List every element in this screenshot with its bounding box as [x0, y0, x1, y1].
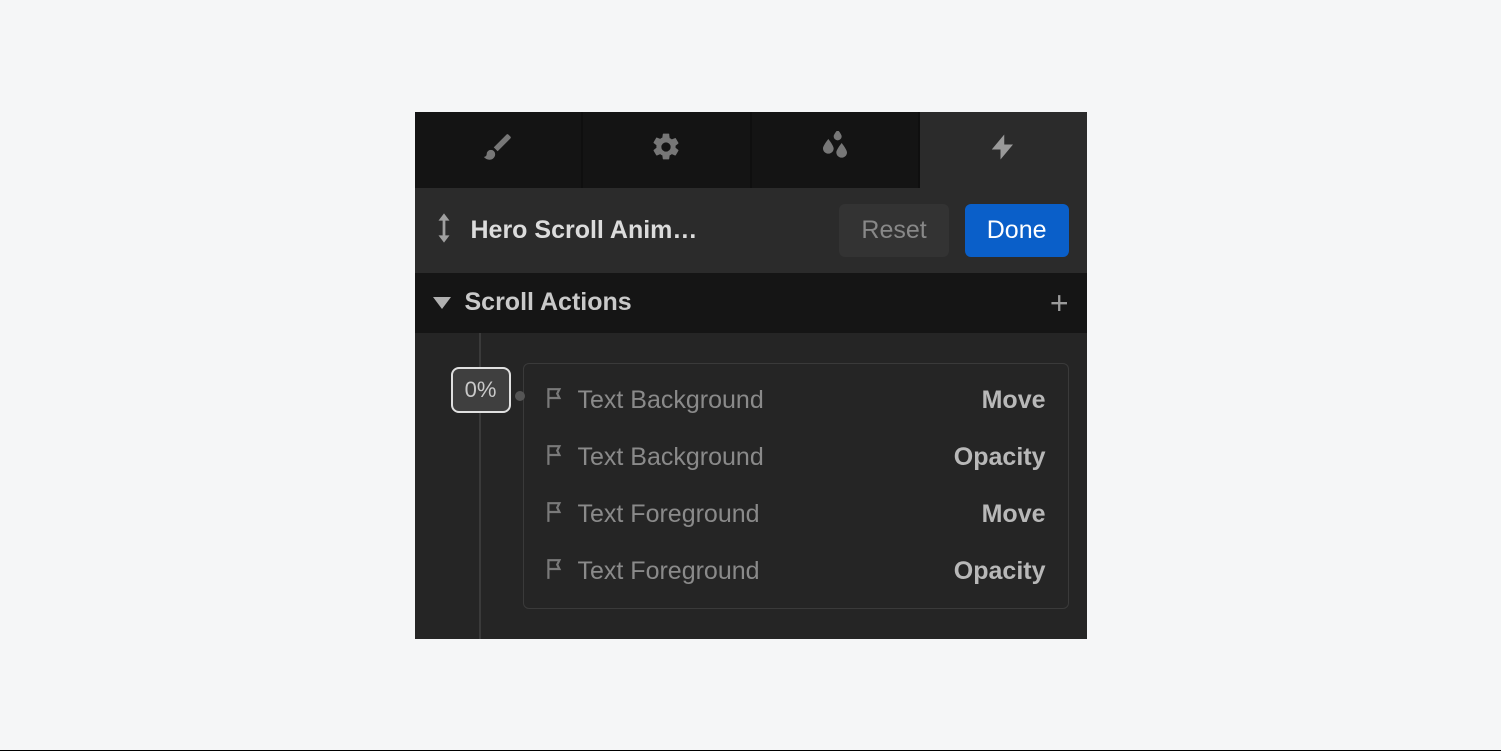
flag-icon	[546, 558, 564, 585]
caret-down-icon	[433, 297, 451, 309]
action-type: Opacity	[954, 557, 1046, 586]
tab-effects[interactable]	[752, 112, 921, 188]
interactions-panel: Hero Scroll Anim… Reset Done Scroll Acti…	[415, 112, 1087, 639]
gear-icon	[650, 131, 682, 168]
lightning-icon	[988, 132, 1018, 167]
flag-icon	[546, 387, 564, 414]
action-row[interactable]: Text Background Move	[524, 372, 1068, 429]
done-button[interactable]: Done	[965, 204, 1069, 257]
action-type: Move	[982, 500, 1046, 529]
animation-header: Hero Scroll Anim… Reset Done	[415, 188, 1087, 273]
reset-button[interactable]: Reset	[839, 204, 948, 257]
keyframe-timeline: 0% Text Background Move Text Background …	[415, 333, 1087, 639]
add-action-button[interactable]: +	[1050, 287, 1069, 319]
panel-tabs	[415, 112, 1087, 188]
scroll-actions-section-header[interactable]: Scroll Actions +	[415, 273, 1087, 333]
action-type: Opacity	[954, 443, 1046, 472]
section-title: Scroll Actions	[465, 288, 1036, 317]
action-target: Text Foreground	[578, 557, 940, 586]
action-type: Move	[982, 386, 1046, 415]
action-target: Text Background	[578, 443, 940, 472]
action-row[interactable]: Text Foreground Opacity	[524, 543, 1068, 600]
tab-settings[interactable]	[583, 112, 752, 188]
flag-icon	[546, 501, 564, 528]
tab-style[interactable]	[415, 112, 584, 188]
animation-name[interactable]: Hero Scroll Anim…	[471, 216, 824, 245]
keyframe-marker-column: 0%	[451, 363, 511, 609]
vertical-arrows-icon	[433, 213, 455, 248]
keyframe-marker[interactable]: 0%	[451, 367, 511, 413]
keyframe-actions-list: Text Background Move Text Background Opa…	[523, 363, 1069, 609]
action-target: Text Background	[578, 386, 968, 415]
flag-icon	[546, 444, 564, 471]
droplets-icon	[819, 131, 851, 168]
action-row[interactable]: Text Background Opacity	[524, 429, 1068, 486]
action-row[interactable]: Text Foreground Move	[524, 486, 1068, 543]
tab-interactions[interactable]	[920, 112, 1087, 188]
keyframe-dot[interactable]	[515, 391, 525, 401]
brush-icon	[481, 130, 515, 169]
action-target: Text Foreground	[578, 500, 968, 529]
